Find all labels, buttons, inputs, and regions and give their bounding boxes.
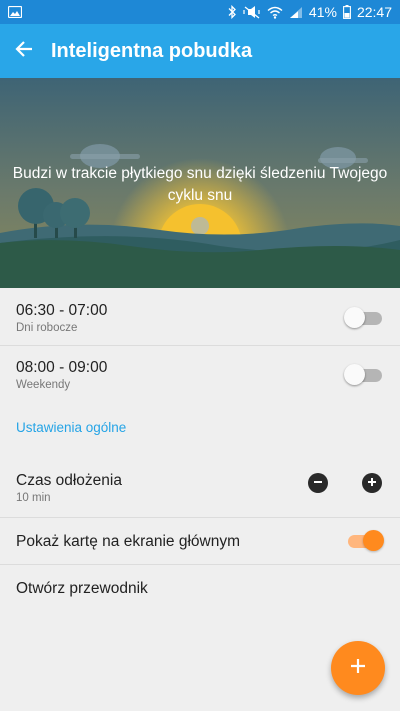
- add-alarm-fab[interactable]: [331, 641, 385, 695]
- snooze-value: 10 min: [16, 492, 51, 504]
- battery-icon: [343, 5, 351, 19]
- status-time: 22:47: [356, 4, 392, 20]
- show-card-label: Pokaż kartę na ekranie głównym: [16, 533, 241, 550]
- page-title: Inteligentna pobudka: [51, 39, 253, 62]
- alarm-time-range: 06:30 - 07:00: [16, 302, 108, 319]
- battery-percentage: 41%: [308, 4, 337, 20]
- signal-icon: [289, 6, 303, 19]
- gallery-icon: [8, 6, 22, 18]
- alarm-toggle[interactable]: [344, 364, 384, 385]
- bluetooth-icon: [227, 5, 237, 19]
- arrow-back-icon: [15, 40, 33, 63]
- snooze-row: Czas odłożenia 10 min: [0, 460, 400, 510]
- alarm-row-weekends[interactable]: 08:00 - 09:00 Weekendy: [0, 346, 400, 402]
- show-card-toggle[interactable]: [344, 530, 384, 551]
- alarm-days: Dni robocze: [16, 322, 78, 334]
- status-bar: 41% 22:47: [0, 0, 400, 24]
- hero-description: Budzi w trakcie płytkiego snu dzięki śle…: [12, 165, 388, 204]
- app-bar: Inteligentna pobudka: [0, 24, 400, 78]
- snooze-increase-button[interactable]: [362, 473, 382, 493]
- open-guide-label: Otwórz przewodnik: [16, 580, 148, 597]
- mute-vibrate-icon: [243, 5, 261, 19]
- alarm-time-range: 08:00 - 09:00: [16, 359, 108, 376]
- snooze-label: Czas odłożenia: [16, 472, 122, 489]
- show-card-row[interactable]: Pokaż kartę na ekranie głównym: [0, 518, 400, 564]
- open-guide-row[interactable]: Otwórz przewodnik: [0, 565, 400, 611]
- back-button[interactable]: [0, 24, 48, 78]
- hero-banner: Budzi w trakcie płytkiego snu dzięki śle…: [0, 78, 400, 288]
- plus-icon: [349, 657, 367, 680]
- alarm-toggle[interactable]: [344, 307, 384, 328]
- snooze-decrease-button[interactable]: [308, 473, 328, 493]
- minus-icon: [313, 474, 323, 492]
- alarm-days: Weekendy: [16, 379, 71, 391]
- alarm-row-weekdays[interactable]: 06:30 - 07:00 Dni robocze: [0, 288, 400, 345]
- wifi-icon: [267, 6, 283, 19]
- plus-icon: [367, 474, 377, 492]
- general-settings-header: Ustawienia ogólne: [16, 420, 127, 435]
